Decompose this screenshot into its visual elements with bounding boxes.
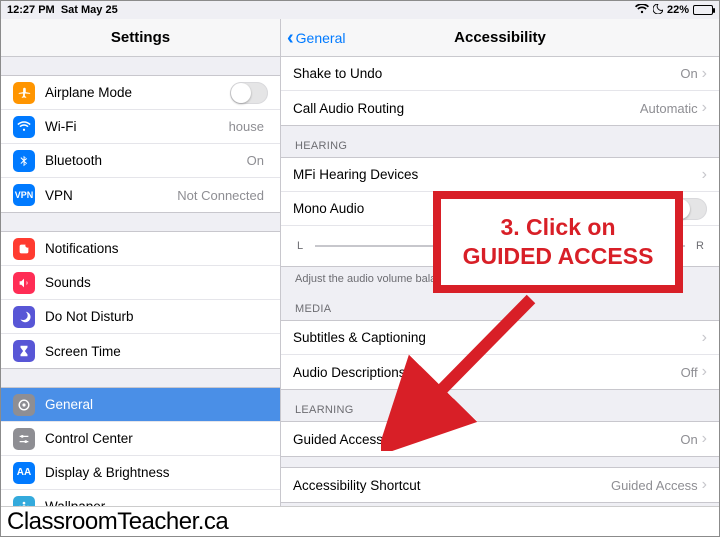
- row-accessibility-shortcut[interactable]: Accessibility Shortcut Guided Access ›: [281, 468, 719, 502]
- airplane-icon: [13, 82, 35, 104]
- row-call-audio-routing[interactable]: Call Audio Routing Automatic ›: [281, 91, 719, 125]
- sidebar-navbar: Settings: [1, 19, 280, 57]
- sidebar-item-dnd[interactable]: Do Not Disturb: [1, 300, 280, 334]
- moon-icon: [13, 306, 35, 328]
- gear-icon: [13, 394, 35, 416]
- detail-navbar: ‹ General Accessibility: [281, 19, 719, 57]
- sounds-icon: [13, 272, 35, 294]
- row-guided-access[interactable]: Guided Access On ›: [281, 422, 719, 456]
- sidebar-item-display[interactable]: AA Display & Brightness: [1, 456, 280, 490]
- row-shake-to-undo[interactable]: Shake to Undo On ›: [281, 57, 719, 91]
- hourglass-icon: [13, 340, 35, 362]
- learning-header: LEARNING: [281, 390, 719, 421]
- row-audio-descriptions[interactable]: Audio Descriptions Off ›: [281, 355, 719, 389]
- sidebar-item-wifi[interactable]: Wi-Fi house: [1, 110, 280, 144]
- chevron-right-icon: ›: [702, 363, 707, 381]
- sidebar-item-controlcenter[interactable]: Control Center: [1, 422, 280, 456]
- airplane-toggle[interactable]: [230, 82, 268, 104]
- sliders-icon: [13, 428, 35, 450]
- watermark: ClassroomTeacher.ca: [1, 506, 719, 536]
- notifications-icon: [13, 238, 35, 260]
- sidebar-item-screentime[interactable]: Screen Time: [1, 334, 280, 368]
- moon-icon: [653, 4, 663, 17]
- sidebar-title: Settings: [111, 29, 170, 46]
- flower-icon: [13, 496, 35, 507]
- display-icon: AA: [13, 462, 35, 484]
- hearing-header: HEARING: [281, 126, 719, 157]
- chevron-left-icon: ‹: [287, 31, 294, 45]
- sidebar-item-notifications[interactable]: Notifications: [1, 232, 280, 266]
- wifi-icon: [13, 116, 35, 138]
- chevron-right-icon: ›: [702, 166, 707, 184]
- sidebar-item-vpn[interactable]: VPN VPN Not Connected: [1, 178, 280, 212]
- sidebar-item-general[interactable]: General: [1, 388, 280, 422]
- row-subtitles[interactable]: Subtitles & Captioning ›: [281, 321, 719, 355]
- chevron-right-icon: ›: [702, 476, 707, 494]
- detail-title: Accessibility: [454, 29, 546, 46]
- vpn-icon: VPN: [13, 184, 35, 206]
- chevron-right-icon: ›: [702, 65, 707, 83]
- row-mfi-hearing[interactable]: MFi Hearing Devices ›: [281, 158, 719, 192]
- chevron-right-icon: ›: [702, 99, 707, 117]
- bluetooth-icon: [13, 150, 35, 172]
- battery-icon: [693, 5, 713, 15]
- battery-percent: 22%: [667, 4, 689, 16]
- settings-sidebar: Settings Airplane Mode Wi-Fi house Bluet…: [1, 19, 281, 506]
- sidebar-item-sounds[interactable]: Sounds: [1, 266, 280, 300]
- back-button[interactable]: ‹ General: [287, 30, 345, 46]
- chevron-right-icon: ›: [702, 329, 707, 347]
- chevron-right-icon: ›: [702, 430, 707, 448]
- wifi-icon: [635, 4, 649, 17]
- sidebar-item-bluetooth[interactable]: Bluetooth On: [1, 144, 280, 178]
- sidebar-item-wallpaper[interactable]: Wallpaper: [1, 490, 280, 506]
- sidebar-item-airplane[interactable]: Airplane Mode: [1, 76, 280, 110]
- status-bar: 12:27 PM Sat May 25 22%: [1, 1, 719, 19]
- instruction-callout: 3. Click on GUIDED ACCESS: [433, 191, 683, 293]
- media-header: MEDIA: [281, 289, 719, 320]
